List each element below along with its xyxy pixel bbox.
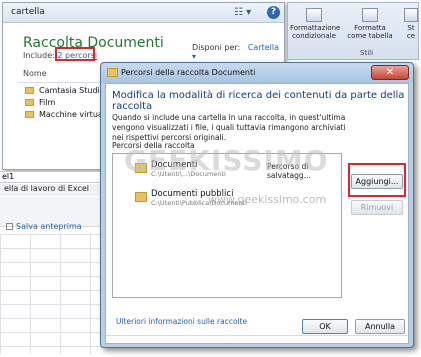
screenshot: cartella ☷ ▾ ? Raccolta Documenti Includ…: [0, 0, 421, 357]
explorer-toolbar: cartella ☷ ▾ ?: [3, 3, 284, 23]
excel-ribbon: Formattazione condizionale Formatta come…: [287, 2, 419, 60]
ribbon-label: St: [407, 24, 415, 32]
styles-icon: [404, 8, 418, 22]
file-type-field[interactable]: ella di lavoro di Excel: [0, 184, 102, 196]
file-name: Camtasia Studio: [39, 86, 105, 95]
cancel-button[interactable]: Annulla: [355, 319, 405, 334]
dialog-title: Percorsi della raccolta Documenti: [121, 68, 256, 77]
dialog-body: Modifica la modalità di ricerca dei cont…: [105, 83, 409, 344]
more-info-link[interactable]: Ulteriori informazioni sulle raccolte: [116, 317, 247, 326]
dialog-heading: Modifica la modalità di ricerca dei cont…: [112, 90, 405, 112]
file-name: Macchine virtuali: [39, 110, 108, 119]
checkbox-icon: [6, 223, 13, 230]
dialog-description: Quando si include una cartella in una ra…: [112, 113, 346, 142]
divider: [106, 335, 408, 336]
help-icon[interactable]: ?: [267, 6, 280, 19]
ribbon-label: Formatta: [354, 24, 386, 32]
ribbon-group-label: Stili: [360, 49, 374, 57]
save-preview-checkbox[interactable]: Salva anteprima: [6, 222, 82, 231]
remove-button[interactable]: Rimuovi: [351, 200, 403, 215]
cell-styles-button[interactable]: St ce: [402, 8, 420, 40]
watermark-logo: GEEKISSIMO: [124, 144, 329, 177]
column-header-name[interactable]: Nome: [23, 69, 47, 78]
include-label: Include:: [23, 51, 55, 60]
folder-icon: [135, 192, 147, 202]
spreadsheet-grid[interactable]: [0, 234, 102, 354]
arrange-dropdown[interactable]: Cartella: [248, 43, 279, 52]
folder-icon: [25, 111, 34, 118]
arrange-label: Disponi per:: [192, 43, 241, 52]
table-icon: [362, 8, 378, 22]
folder-icon: [107, 68, 118, 77]
dialog-titlebar[interactable]: Percorsi della raccolta Documenti ✕: [101, 63, 413, 83]
list-item[interactable]: Film: [25, 98, 55, 107]
arrange-by: Disponi per: Cartella ▾: [192, 43, 284, 61]
chevron-down-icon[interactable]: ▾: [192, 52, 196, 61]
highlight-box-add: [348, 163, 406, 197]
highlight-box-include: [55, 47, 95, 61]
ribbon-label: condizionale: [292, 32, 336, 40]
folder-icon: [25, 87, 34, 94]
conditional-formatting-button[interactable]: Formattazione condizionale: [290, 8, 341, 40]
save-preview-label: Salva anteprima: [16, 222, 82, 231]
name-box[interactable]: el1: [0, 171, 102, 183]
divider: [19, 82, 103, 83]
format-as-table-button[interactable]: Formatta come tabella: [344, 8, 396, 40]
folder-path: cartella: [11, 7, 45, 17]
ribbon-label: ce: [406, 32, 416, 40]
ribbon-label: come tabella: [347, 32, 393, 40]
folder-icon: [25, 99, 34, 106]
conditional-formatting-icon: [306, 8, 322, 22]
close-button[interactable]: ✕: [371, 65, 409, 80]
ribbon-label: Formattazione: [290, 24, 341, 32]
list-item[interactable]: Camtasia Studio: [25, 86, 105, 95]
ok-button[interactable]: OK: [302, 319, 348, 334]
file-name: Film: [39, 98, 56, 107]
view-options-icon[interactable]: ☷ ▾: [234, 7, 251, 18]
list-item[interactable]: Macchine virtuali: [25, 110, 107, 119]
watermark-url: www.geekissimo.com: [208, 193, 327, 206]
